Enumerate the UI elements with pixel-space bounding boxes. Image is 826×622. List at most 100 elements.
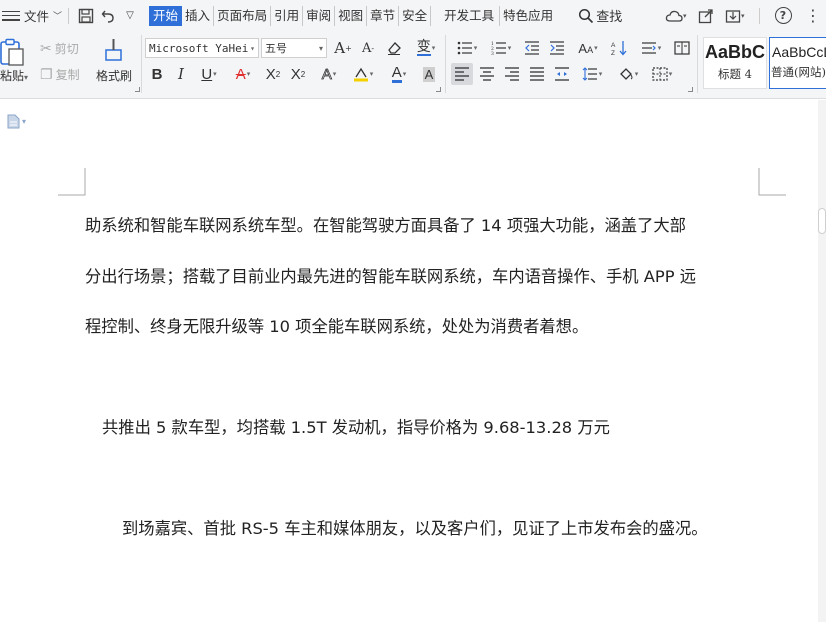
- group-expander-icon[interactable]: [688, 87, 693, 92]
- save-icon[interactable]: [75, 5, 97, 27]
- style-preview: AaBbCcD: [772, 44, 826, 60]
- highlight-icon[interactable]: ▾: [348, 63, 378, 85]
- document-canvas[interactable]: [0, 100, 826, 622]
- svg-text:3: 3: [491, 51, 494, 55]
- tab-developer[interactable]: 开发工具: [439, 5, 501, 26]
- paragraph-line[interactable]: 程控制、终身无限升级等 10 项全能车联网系统，处处为消费者着想。: [85, 313, 588, 337]
- margin-corner-mark-left: [58, 168, 86, 196]
- divider: [445, 35, 446, 93]
- quick-access-dropdown-icon[interactable]: ▽: [119, 5, 141, 27]
- strikethrough-icon[interactable]: A ▾: [228, 63, 258, 85]
- sort-icon[interactable]: AZ: [608, 37, 630, 59]
- align-center-icon[interactable]: [476, 63, 498, 85]
- divider: [697, 35, 698, 93]
- search-label: 查找: [596, 10, 623, 25]
- paragraph-line[interactable]: 分出行场景；搭载了目前业内最先进的智能车联网系统，车内语音操作、手机 APP 远: [85, 263, 696, 287]
- ribbon-toolbar: 粘贴▾ ✂ 剪切 ❐ 复制 格式刷 Microsoft YaHei ▾ 五号 ▾…: [0, 31, 826, 99]
- more-options-icon[interactable]: ⋮: [800, 5, 826, 27]
- copy-button[interactable]: ❐ 复制: [40, 66, 80, 83]
- align-right-icon[interactable]: [501, 63, 523, 85]
- tab-view[interactable]: 视图: [335, 5, 368, 26]
- shading-icon[interactable]: ▾: [613, 63, 643, 85]
- distributed-align-icon[interactable]: [551, 63, 573, 85]
- chevron-down-icon: ▾: [22, 117, 27, 126]
- bullet-list-icon[interactable]: ▾: [452, 37, 482, 59]
- divider: [141, 35, 142, 93]
- italic-icon[interactable]: I: [170, 63, 192, 85]
- share-icon[interactable]: [693, 5, 719, 27]
- tab-security[interactable]: 安全: [399, 5, 432, 26]
- align-left-icon[interactable]: [451, 63, 473, 85]
- cut-button[interactable]: ✂ 剪切: [40, 40, 79, 57]
- file-menu[interactable]: 文件 ﹀: [24, 6, 62, 25]
- hamburger-menu-icon[interactable]: [2, 9, 20, 23]
- paste-label: 粘贴▾: [0, 67, 28, 84]
- text-box-icon[interactable]: [671, 37, 693, 59]
- tab-special-apps[interactable]: 特色应用: [500, 6, 556, 26]
- undo-icon[interactable]: [97, 5, 119, 27]
- paintbrush-icon: [105, 39, 122, 61]
- font-color-icon[interactable]: A ▾: [384, 63, 414, 85]
- font-name-select[interactable]: Microsoft YaHei ▾: [145, 38, 259, 58]
- font-size-select[interactable]: 五号 ▾: [261, 38, 327, 58]
- character-shading-icon[interactable]: A: [418, 63, 440, 85]
- tab-insert[interactable]: 插入: [182, 5, 215, 26]
- paragraph-line[interactable]: 助系统和智能车联网系统车型。在智能驾驶方面具备了 14 项强大功能，涵盖了大部: [85, 212, 686, 236]
- tab-home[interactable]: 开始: [149, 5, 183, 26]
- tab-chapter[interactable]: 章节: [367, 5, 400, 26]
- style-heading-4[interactable]: AaBbC 标题 4: [703, 37, 767, 89]
- change-case-icon[interactable]: AA ▾: [573, 37, 603, 59]
- clear-formatting-icon[interactable]: [383, 37, 405, 59]
- scrollbar-thumb[interactable]: [818, 208, 826, 234]
- group-expander-icon[interactable]: [436, 87, 441, 92]
- format-painter-button[interactable]: [101, 37, 125, 66]
- tab-review[interactable]: 审阅: [303, 5, 336, 26]
- subscript-icon[interactable]: X2: [287, 63, 309, 85]
- increase-font-size-icon[interactable]: A +: [332, 37, 354, 59]
- paste-label-text: 粘贴: [0, 69, 25, 83]
- svg-text:A: A: [611, 42, 616, 49]
- paragraph-line[interactable]: 共推出 5 款车型，均搭载 1.5T 发动机，指导价格为 9.68-13.28 …: [102, 414, 610, 438]
- menubar-right-icons: ▾ ▾ ? ⋮: [663, 0, 826, 31]
- paragraph-spacing-icon[interactable]: ▾: [577, 63, 607, 85]
- divider: [68, 7, 70, 24]
- style-label: 普通(网站): [771, 65, 826, 79]
- tab-references[interactable]: 引用: [271, 5, 304, 26]
- vertical-scrollbar[interactable]: [818, 100, 826, 622]
- search-button[interactable]: 查找: [578, 6, 622, 25]
- text-effects-icon[interactable]: A ▾: [314, 63, 344, 85]
- cut-label: 剪切: [54, 42, 79, 56]
- underline-icon[interactable]: U ▾: [194, 63, 224, 85]
- borders-icon[interactable]: ▾: [647, 63, 677, 85]
- increase-indent-icon[interactable]: [546, 37, 568, 59]
- bold-icon[interactable]: B: [146, 63, 168, 85]
- copy-label: 复制: [55, 68, 80, 82]
- decrease-font-size-icon[interactable]: A-: [357, 37, 379, 59]
- document-outline-toggle[interactable]: ▾: [7, 114, 26, 129]
- svg-text:Z: Z: [611, 50, 615, 56]
- phonetic-guide-icon[interactable]: 变 ▾: [411, 37, 441, 59]
- svg-text:▾: ▾: [683, 12, 687, 20]
- chevron-down-icon: ﹀: [53, 12, 63, 22]
- file-menu-label: 文件: [24, 9, 50, 24]
- group-expander-icon[interactable]: [135, 87, 140, 92]
- copy-icon: ❐: [40, 66, 53, 83]
- help-icon[interactable]: ?: [770, 5, 796, 27]
- paste-button[interactable]: [0, 37, 26, 67]
- paragraph-line[interactable]: 到场嘉宾、首批 RS-5 车主和媒体朋友，以及客户们，见证了上市发布会的盛况。: [122, 515, 708, 539]
- export-icon[interactable]: ▾: [723, 5, 749, 27]
- svg-text:▾: ▾: [741, 12, 745, 20]
- line-spacing-icon[interactable]: ▾: [636, 37, 666, 59]
- decrease-indent-icon[interactable]: [521, 37, 543, 59]
- document-icon: [7, 114, 20, 129]
- justify-icon[interactable]: [526, 63, 548, 85]
- numbered-list-icon[interactable]: 1 2 3 ▾: [486, 37, 516, 59]
- search-icon: [579, 8, 594, 23]
- clipboard-icon: [0, 38, 24, 66]
- style-normal-web[interactable]: AaBbCcD 普通(网站): [769, 37, 826, 89]
- tab-page-layout[interactable]: 页面布局: [214, 5, 272, 26]
- cloud-sync-icon[interactable]: ▾: [663, 5, 689, 27]
- styles-gallery: AaBbC 标题 4 AaBbCcD 普通(网站): [703, 37, 826, 93]
- superscript-icon[interactable]: X2: [262, 63, 284, 85]
- margin-corner-mark-right: [758, 168, 786, 196]
